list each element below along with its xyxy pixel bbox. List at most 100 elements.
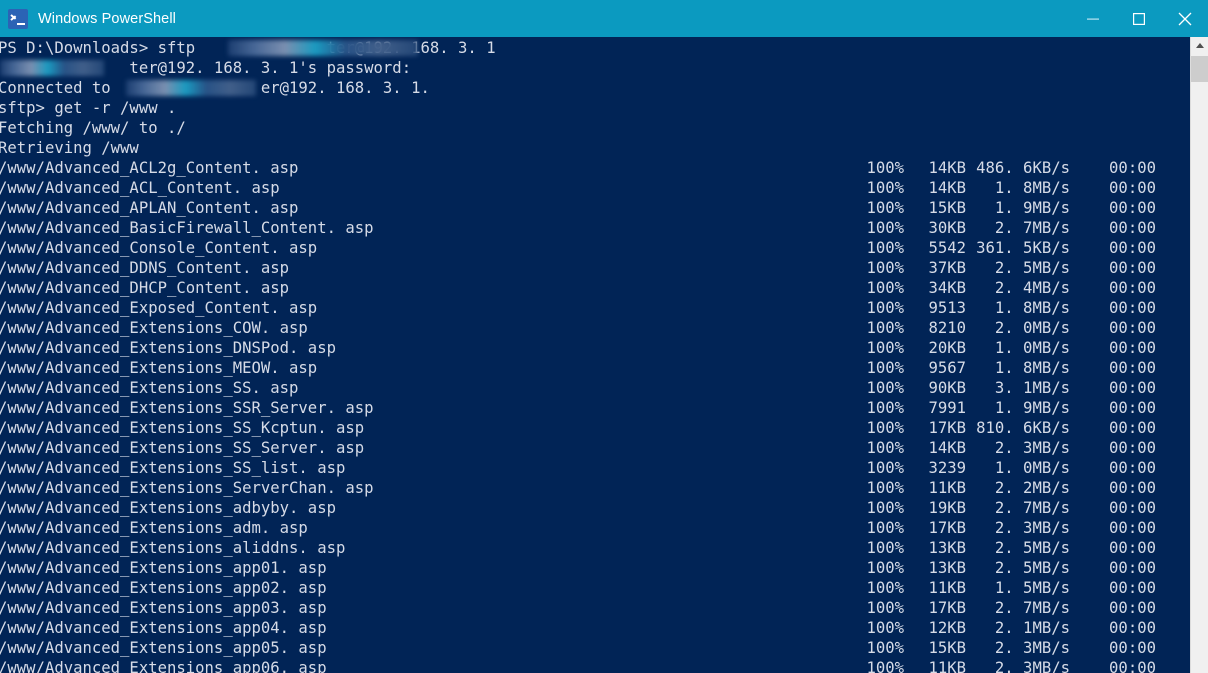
transfer-percent: 100% [866,219,904,237]
transfer-rate: 2. 1MB/s [994,619,1070,637]
transfer-stats: 100% 11KB 2. 3MB/s 00:00 [852,658,1156,673]
transfer-stats: 100% 15KB 1. 9MB/s 00:00 [852,198,1156,218]
transfer-size: 15KB [928,639,966,657]
transfer-eta: 00:00 [1109,319,1156,337]
transfer-stats: 100% 15KB 2. 3MB/s 00:00 [852,638,1156,658]
transfer-percent: 100% [866,659,904,673]
transfer-path: /www/Advanced_ACL_Content. asp [0,179,280,197]
transfer-percent: 100% [866,599,904,617]
transfer-rate: 2. 5MB/s [994,259,1070,277]
transfer-stats: 100% 17KB 2. 3MB/s 00:00 [852,518,1156,538]
transfer-eta: 00:00 [1109,459,1156,477]
transfer-row: /www/Advanced_Extensions_app02. asp 100% 1… [0,578,1190,598]
transfer-row: /www/Advanced_Extensions_SS_Server. asp 1… [0,438,1190,458]
transfer-eta: 00:00 [1109,419,1156,437]
maximize-button[interactable] [1116,0,1162,37]
console-header-line: Connected to er@192. 168. 3. 1. [0,78,1190,98]
transfer-path: /www/Advanced_Extensions_COW. asp [0,319,308,337]
terminal-output-area[interactable]: PS D:\Downloads> sftp ter@192. 168. 3. 1… [0,37,1190,673]
transfer-eta: 00:00 [1109,519,1156,537]
transfer-size: 5542 [928,239,966,257]
vertical-scrollbar[interactable] [1190,37,1208,673]
transfer-path: /www/Advanced_DHCP_Content. asp [0,279,290,297]
transfer-stats: 100% 3239 1. 0MB/s 00:00 [852,458,1156,478]
transfer-rate: 486. 6KB/s [976,159,1070,177]
transfer-eta: 00:00 [1109,259,1156,277]
transfer-size: 20KB [928,339,966,357]
transfer-eta: 00:00 [1109,539,1156,557]
transfer-row: /www/Advanced_Extensions_app06. asp 100% 1… [0,658,1190,673]
transfer-path: /www/Advanced_Extensions_SS_Server. asp [0,439,365,457]
window-title: Windows PowerShell [38,10,176,27]
transfer-path: /www/Advanced_Extensions_app01. asp [0,559,327,577]
transfer-rate: 2. 7MB/s [994,499,1070,517]
transfer-rate: 2. 3MB/s [994,639,1070,657]
transfer-eta: 00:00 [1109,199,1156,217]
transfer-path: /www/Advanced_DDNS_Content. asp [0,259,290,277]
transfer-path: /www/Advanced_Console_Content. asp [0,239,318,257]
transfer-stats: 100% 17KB 2. 7MB/s 00:00 [852,598,1156,618]
minimize-icon [1087,18,1099,20]
transfer-rate: 2. 3MB/s [994,439,1070,457]
transfer-path: /www/Advanced_Extensions_SS_Kcptun. asp [0,419,365,437]
transfer-eta: 00:00 [1109,639,1156,657]
minimize-button[interactable] [1070,0,1116,37]
transfer-rate: 1. 5MB/s [994,579,1070,597]
powershell-prompt-icon [8,8,28,29]
maximize-icon [1133,12,1145,25]
transfer-row: /www/Advanced_Extensions_COW. asp 100% 821… [0,318,1190,338]
transfer-path: /www/Advanced_Extensions_app05. asp [0,639,327,657]
title-bar[interactable]: Windows PowerShell [0,0,1208,37]
scrollbar-thumb[interactable] [1191,56,1208,82]
transfer-row: /www/Advanced_Extensions_SS_Kcptun. asp 1… [0,418,1190,438]
transfer-size: 14KB [928,439,966,457]
transfer-percent: 100% [866,239,904,257]
transfer-path: /www/Advanced_Extensions_app04. asp [0,619,327,637]
redacted-block [126,80,256,96]
transfer-rate: 1. 0MB/s [994,459,1070,477]
transfer-path: /www/Advanced_Extensions_app02. asp [0,579,327,597]
transfer-eta: 00:00 [1109,359,1156,377]
transfer-percent: 100% [866,319,904,337]
transfer-eta: 00:00 [1109,619,1156,637]
transfer-eta: 00:00 [1109,219,1156,237]
transfer-path: /www/Advanced_Extensions_SS. asp [0,379,299,397]
transfer-percent: 100% [866,559,904,577]
close-button[interactable] [1162,0,1208,37]
transfer-size: 90KB [928,379,966,397]
transfer-stats: 100% 14KB 486. 6KB/s 00:00 [852,158,1156,178]
transfer-eta: 00:00 [1109,579,1156,597]
transfer-size: 9567 [928,359,966,377]
close-icon [1178,12,1192,25]
transfer-row: /www/Advanced_Extensions_app05. asp 100% 1… [0,638,1190,658]
transfer-row: /www/Advanced_ACL_Content. asp 100% 14KB 1.… [0,178,1190,198]
powershell-window: Windows PowerShell PS D:\Downloads> sftp [0,0,1208,673]
transfer-size: 9513 [928,299,966,317]
transfer-size: 7991 [928,399,966,417]
transfer-rate: 3. 1MB/s [994,379,1070,397]
transfer-eta: 00:00 [1109,379,1156,397]
transfer-percent: 100% [866,479,904,497]
transfer-row: /www/Advanced_DDNS_Content. asp 100% 37KB 2… [0,258,1190,278]
transfer-rate: 1. 0MB/s [994,339,1070,357]
transfer-stats: 100% 11KB 2. 2MB/s 00:00 [852,478,1156,498]
transfer-row: /www/Advanced_Extensions_ServerChan. asp… [0,478,1190,498]
scroll-up-button[interactable] [1191,37,1208,54]
transfer-size: 37KB [928,259,966,277]
transfer-size: 8210 [928,319,966,337]
transfer-stats: 100% 9567 1. 8MB/s 00:00 [852,358,1156,378]
transfer-row: /www/Advanced_Extensions_app04. asp 100% 1… [0,618,1190,638]
transfer-eta: 00:00 [1109,479,1156,497]
redacted-block [228,40,418,56]
transfer-row: /www/Advanced_Extensions_adm. asp 100% 17K… [0,518,1190,538]
transfer-size: 30KB [928,219,966,237]
transfer-stats: 100% 13KB 2. 5MB/s 00:00 [852,538,1156,558]
transfer-size: 14KB [928,179,966,197]
transfer-rate: 2. 2MB/s [994,479,1070,497]
transfer-rate: 1. 9MB/s [994,199,1070,217]
transfer-eta: 00:00 [1109,499,1156,517]
transfer-path: /www/Advanced_Extensions_DNSPod. asp [0,339,336,357]
console-header-line: PS D:\Downloads> sftp ter@192. 168. 3. 1 [0,38,1190,58]
transfer-percent: 100% [866,579,904,597]
transfer-row: /www/Advanced_DHCP_Content. asp 100% 34KB 2… [0,278,1190,298]
